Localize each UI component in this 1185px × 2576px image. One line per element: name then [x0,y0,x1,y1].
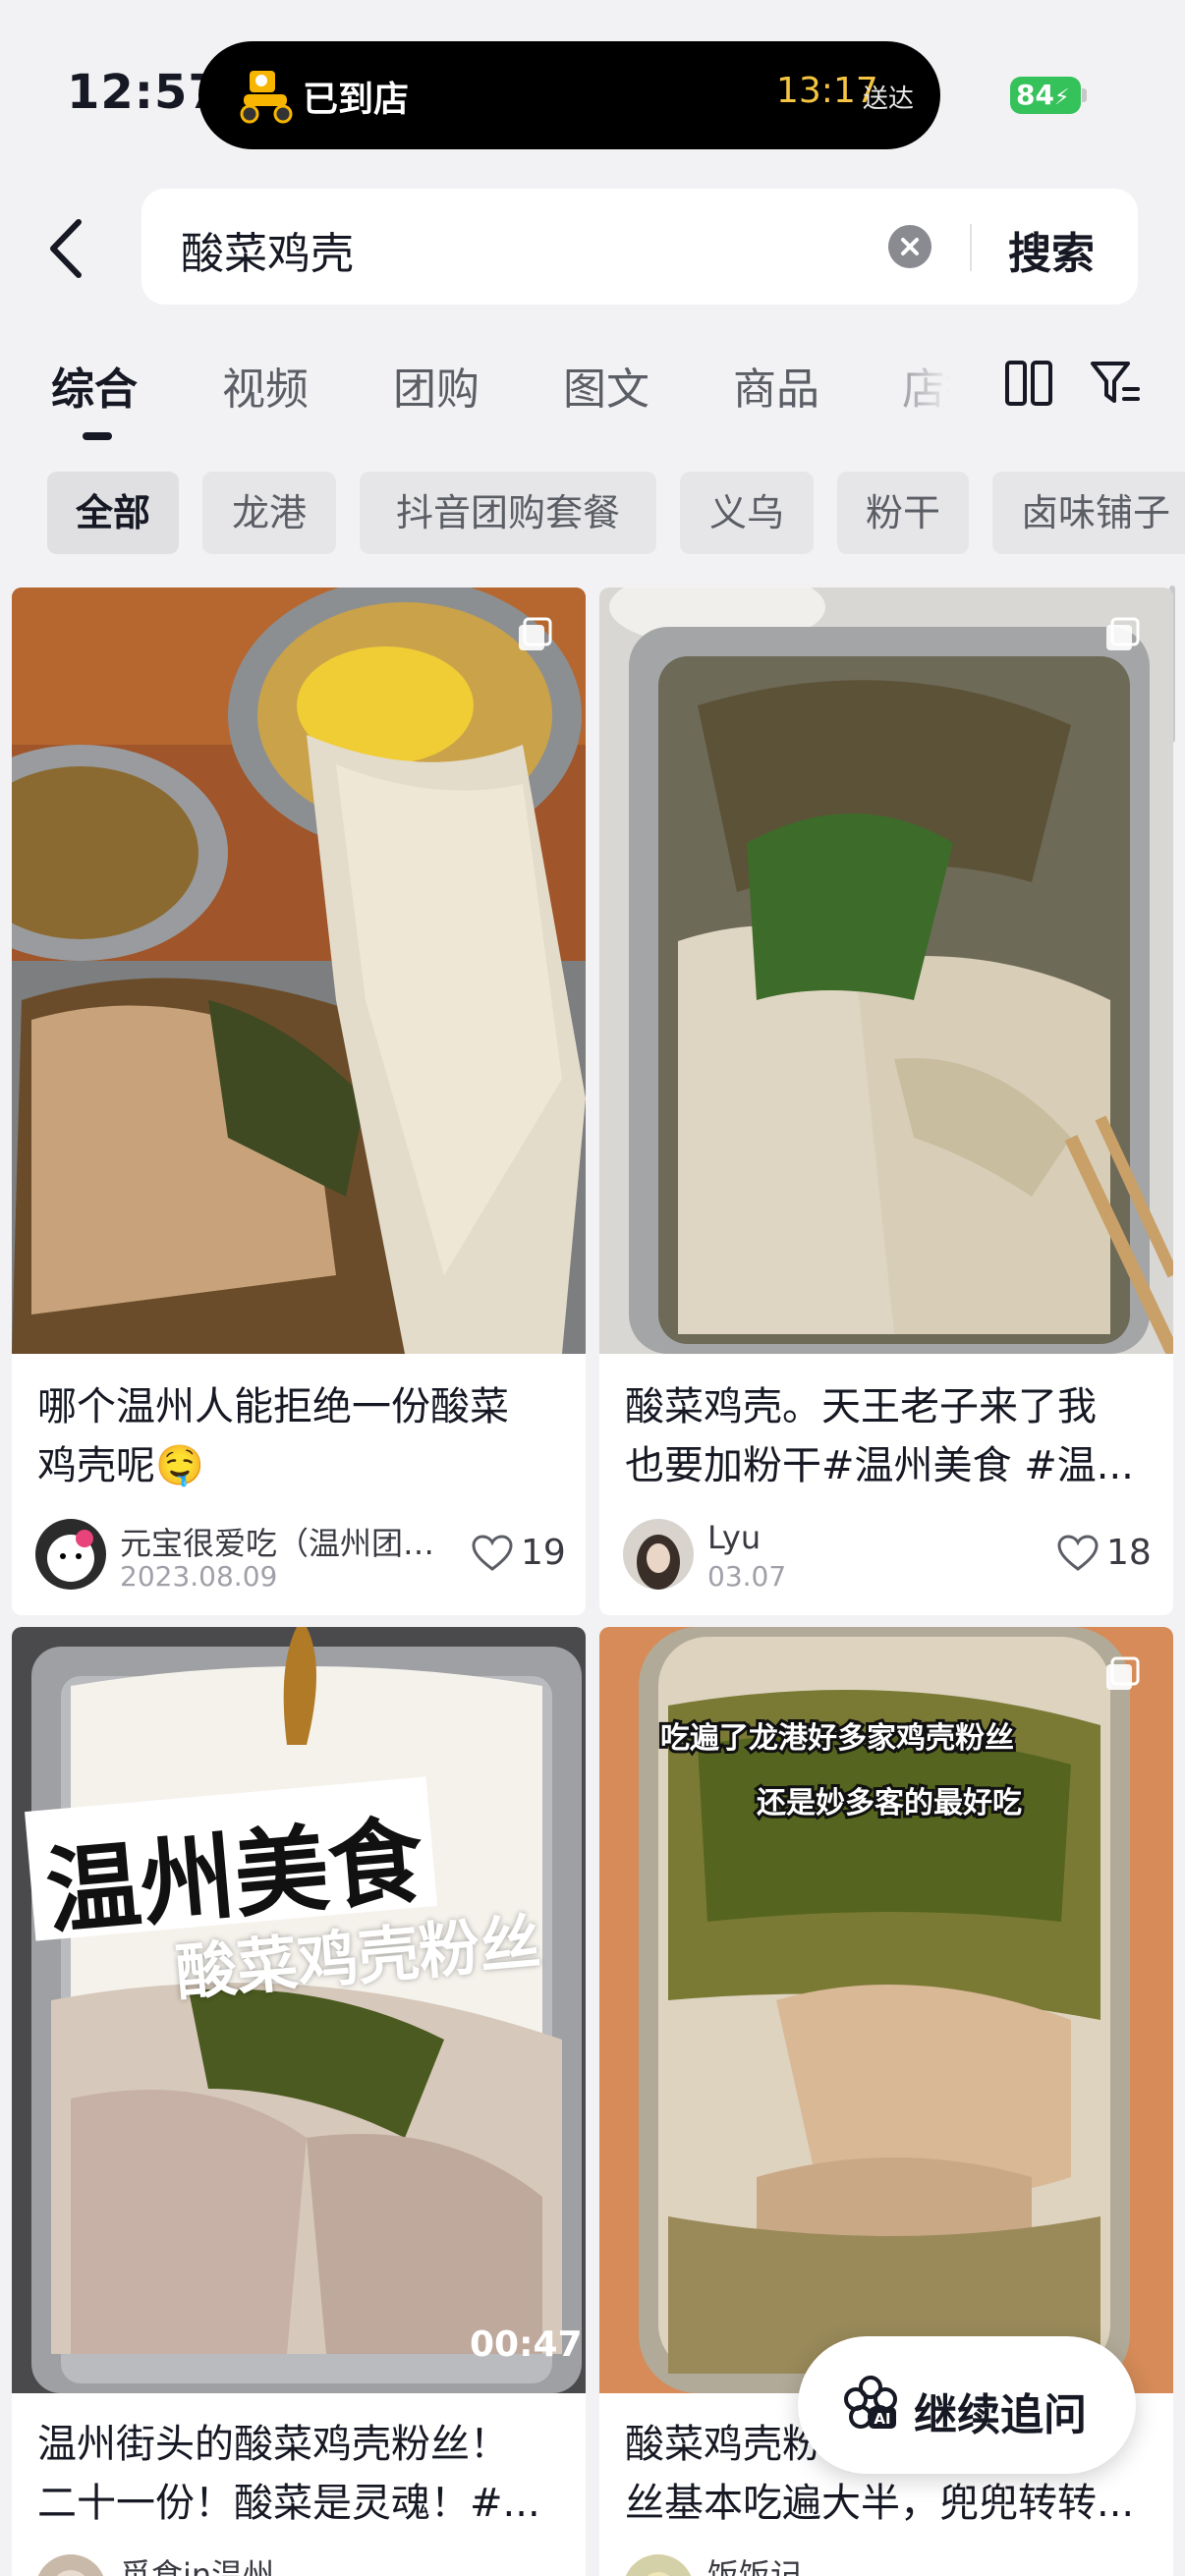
result-card[interactable]: 哪个温州人能拒绝一份酸菜 鸡壳呢🤤 元宝很爱吃（温州团… 2023.08.09 … [12,588,586,1615]
author-avatar[interactable] [35,1519,106,1590]
food-photo[interactable] [12,588,586,1354]
card-title-line2: 也要加粉干#温州美食 #温... [625,1443,1134,1488]
back-arrow-icon[interactable] [43,214,92,283]
tab-fade [865,334,1022,442]
card-title-line1: 哪个温州人能拒绝一份酸菜 [37,1384,509,1429]
tab-group-buy[interactable]: 团购 [393,354,480,417]
multi-image-icon [519,617,552,650]
overlay-caption-1: 吃遍了龙港好多家鸡壳粉丝 [657,1718,1017,1759]
multi-image-icon [1106,1656,1140,1690]
author-avatar[interactable] [623,1519,694,1590]
food-photo[interactable] [599,588,1173,1354]
heart-icon[interactable] [1057,1535,1099,1572]
charging-bolt-icon: ⚡ [1053,85,1070,110]
result-card[interactable]: 温州美食 酸菜鸡壳粉丝 00:47 温州街头的酸菜鸡壳粉丝！ 二十一份！酸菜是灵… [12,1627,586,2576]
continue-ask-button[interactable]: AI 继续追问 [798,2336,1136,2474]
author-avatar[interactable] [623,2554,694,2576]
like-count: 19 [521,1533,566,1573]
author-name[interactable]: 饭饭记 [707,2550,802,2576]
author-name[interactable]: 元宝很爱吃（温州团… [120,1519,434,1564]
chip-braised-shop[interactable]: 卤味铺子 [992,472,1185,554]
delivery-scooter-icon [240,71,293,124]
search-button[interactable]: 搜索 [1008,218,1095,281]
dual-column-layout-icon[interactable] [1004,360,1053,407]
author-name[interactable]: 觅食in温州 [120,2550,274,2576]
search-divider [970,224,972,271]
clear-search-icon[interactable] [888,225,931,268]
chip-rice-noodle[interactable]: 粉干 [837,472,969,554]
card-title-line2: 二十一份！酸菜是灵魂！#... [37,2481,540,2526]
post-date: 2023.08.09 [120,1560,278,1593]
multi-image-icon [1106,617,1140,650]
chip-douyin-package[interactable]: 抖音团购套餐 [360,472,656,554]
video-duration: 00:47 [470,2324,583,2365]
author-avatar[interactable] [35,2554,106,2576]
card-title-line1: 温州街头的酸菜鸡壳粉丝！ [37,2422,509,2467]
overlay-caption-2: 还是妙多客的最好吃 [754,1783,1025,1823]
food-video-thumbnail[interactable] [12,1627,586,2393]
author-name[interactable]: Lyu [707,1519,761,1556]
chip-all[interactable]: 全部 [47,472,179,554]
battery-tip [1082,88,1087,102]
continue-ask-label: 继续追问 [914,2390,1087,2440]
delivery-eta-label: 送达 [863,84,915,114]
search-query[interactable]: 酸菜鸡壳 [181,218,354,281]
card-title-line2: 丝基本吃遍大半，兜兜转转... [625,2481,1135,2526]
card-title-line1: 酸菜鸡壳。天王老子来了我 [625,1384,1097,1429]
heart-icon[interactable] [472,1535,513,1572]
tab-indicator [83,432,112,440]
card-title-line2: 鸡壳呢🤤 [37,1443,204,1488]
ai-flower-icon: AI [844,2376,897,2429]
svg-text:AI: AI [874,2410,890,2428]
tab-video[interactable]: 视频 [222,354,309,417]
delivery-live-activity[interactable]: 已到店 13:17 送达 [198,41,940,149]
post-date: 03.07 [707,1560,787,1593]
like-count: 18 [1106,1533,1152,1573]
battery-indicator: 84⚡ [1010,77,1081,114]
delivery-status: 已到店 [303,80,410,120]
chip-yiwu[interactable]: 义乌 [680,472,814,554]
tab-comprehensive[interactable]: 综合 [51,354,138,417]
battery-level: 84 [1016,79,1054,111]
chip-longgang[interactable]: 龙港 [202,472,336,554]
tab-image-text[interactable]: 图文 [563,354,649,417]
filter-icon[interactable] [1089,358,1142,409]
tab-products[interactable]: 商品 [733,354,819,417]
result-card[interactable]: 酸菜鸡壳。天王老子来了我 也要加粉干#温州美食 #温... Lyu 03.07 … [599,588,1173,1615]
